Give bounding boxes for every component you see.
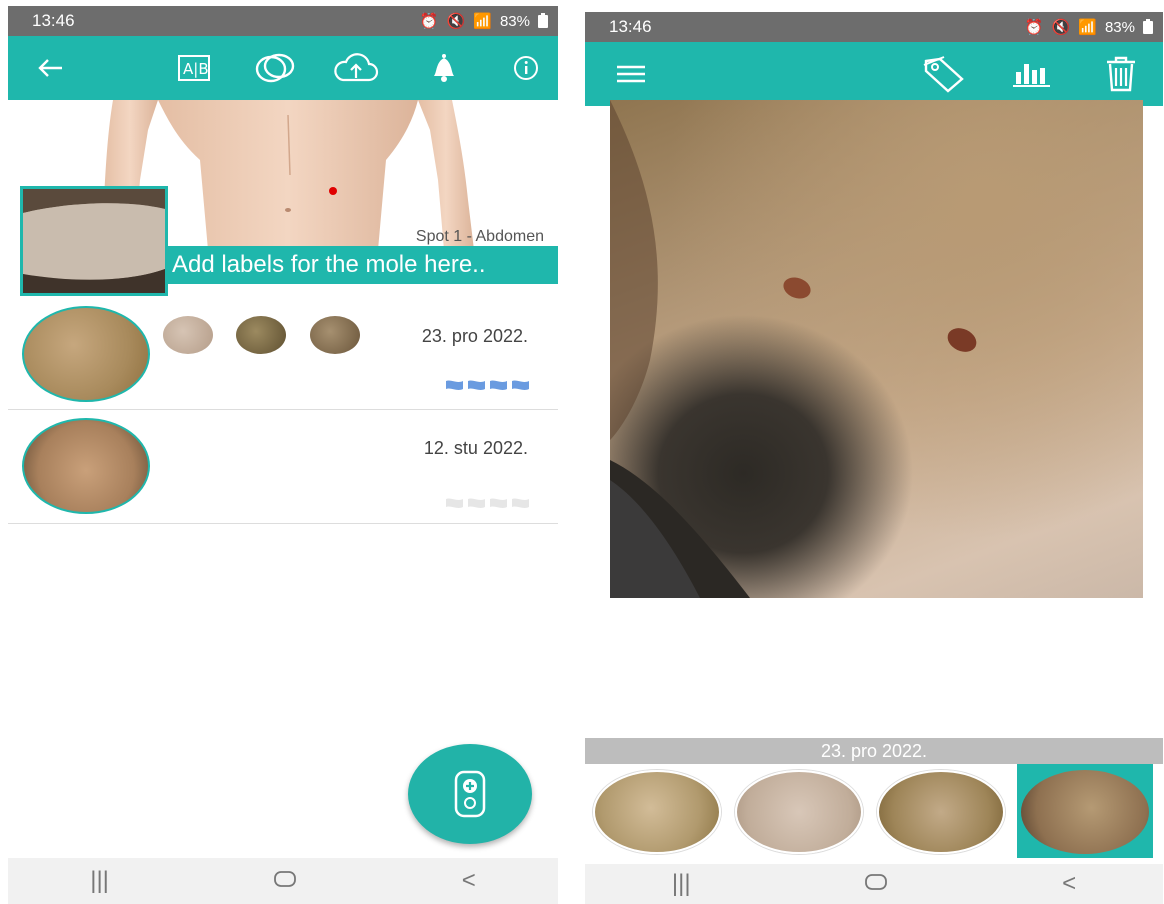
entry-flags [445, 380, 530, 394]
history-entry[interactable]: 23. pro 2022. [8, 298, 558, 410]
signal-icon: 📶 [473, 13, 492, 30]
history-entry[interactable]: 12. stu 2022. [8, 410, 558, 524]
spot-label: Spot 1 - Abdomen [415, 228, 544, 245]
flag-icon [446, 380, 463, 394]
signal-icon: 📶 [1078, 19, 1097, 36]
gallery-thumbnail[interactable] [735, 770, 863, 854]
cloud-upload-icon[interactable] [330, 36, 380, 100]
hamburger-menu-icon[interactable] [613, 42, 649, 106]
battery-percent: 83% [1104, 18, 1135, 36]
system-navbar: ||| < [585, 864, 1163, 904]
status-time: 13:46 [32, 11, 75, 30]
tag-icon[interactable] [919, 42, 969, 106]
flag-icon [490, 498, 507, 512]
add-device-icon [454, 770, 486, 818]
recents-button[interactable]: ||| [672, 870, 691, 898]
overlap-circles-icon[interactable] [252, 36, 298, 100]
recents-button[interactable]: ||| [90, 867, 109, 895]
entry-photo[interactable] [22, 306, 150, 402]
trash-icon[interactable] [1099, 42, 1143, 106]
svg-text:A|B: A|B [183, 60, 209, 78]
gallery-thumbnail[interactable] [593, 770, 721, 854]
date-header: 23. pro 2022. [585, 738, 1163, 764]
spot-thumbnail[interactable] [20, 186, 168, 296]
left-screen: 13:46 ⏰ 🔇 📶 83% A|B Spot 1 - Abdomen Add… [8, 6, 558, 904]
mole-marker[interactable] [329, 187, 337, 195]
home-button[interactable] [273, 867, 297, 895]
flag-icon [446, 498, 463, 512]
flag-icon [468, 498, 485, 512]
flag-icon [490, 380, 507, 394]
battery-icon [1143, 18, 1153, 34]
add-labels-field[interactable]: Add labels for the mole here.. [166, 246, 558, 284]
add-photo-fab[interactable] [408, 744, 532, 844]
back-button[interactable]: < [462, 867, 476, 895]
info-icon[interactable] [508, 36, 544, 100]
entry-photo[interactable] [22, 418, 150, 514]
flag-icon [512, 498, 529, 512]
system-navbar: ||| < [8, 858, 558, 904]
bell-icon[interactable] [426, 36, 462, 100]
status-icons: ⏰ 🔇 📶 83% [420, 12, 548, 30]
gallery-thumbnail[interactable] [877, 770, 1005, 854]
alarm-icon: ⏰ [419, 13, 439, 30]
status-bar: 13:46 ⏰ 🔇 📶 83% [585, 12, 1163, 42]
battery-icon [538, 12, 548, 28]
arrow-left-icon[interactable] [36, 36, 66, 100]
entry-closeup[interactable] [236, 316, 286, 354]
bar-chart-icon[interactable] [1007, 42, 1057, 106]
right-screen: 13:46 ⏰ 🔇 📶 83% 23. pro 2022. ||| < [585, 6, 1163, 904]
photo-gallery [585, 764, 1163, 858]
mute-icon: 🔇 [446, 13, 466, 30]
ab-compare-icon[interactable]: A|B [174, 36, 214, 100]
entry-closeup[interactable] [163, 316, 213, 354]
toolbar: A|B [8, 36, 558, 100]
mole-photo[interactable] [610, 100, 1143, 598]
mute-icon: 🔇 [1051, 19, 1071, 36]
entry-date: 23. pro 2022. [421, 326, 528, 346]
flag-icon [468, 380, 485, 394]
home-button[interactable] [864, 870, 888, 898]
entry-flags [445, 498, 530, 512]
entry-date: 12. stu 2022. [423, 438, 528, 458]
status-bar: 13:46 ⏰ 🔇 📶 83% [8, 6, 558, 36]
battery-percent: 83% [499, 12, 530, 30]
status-time: 13:46 [609, 17, 652, 36]
entry-closeup[interactable] [310, 316, 360, 354]
flag-icon [512, 380, 529, 394]
toolbar [585, 42, 1163, 106]
back-button[interactable]: < [1062, 870, 1076, 898]
alarm-icon: ⏰ [1024, 19, 1044, 36]
status-icons: ⏰ 🔇 📶 83% [1025, 18, 1153, 36]
gallery-thumbnail-selected[interactable] [1017, 764, 1153, 858]
